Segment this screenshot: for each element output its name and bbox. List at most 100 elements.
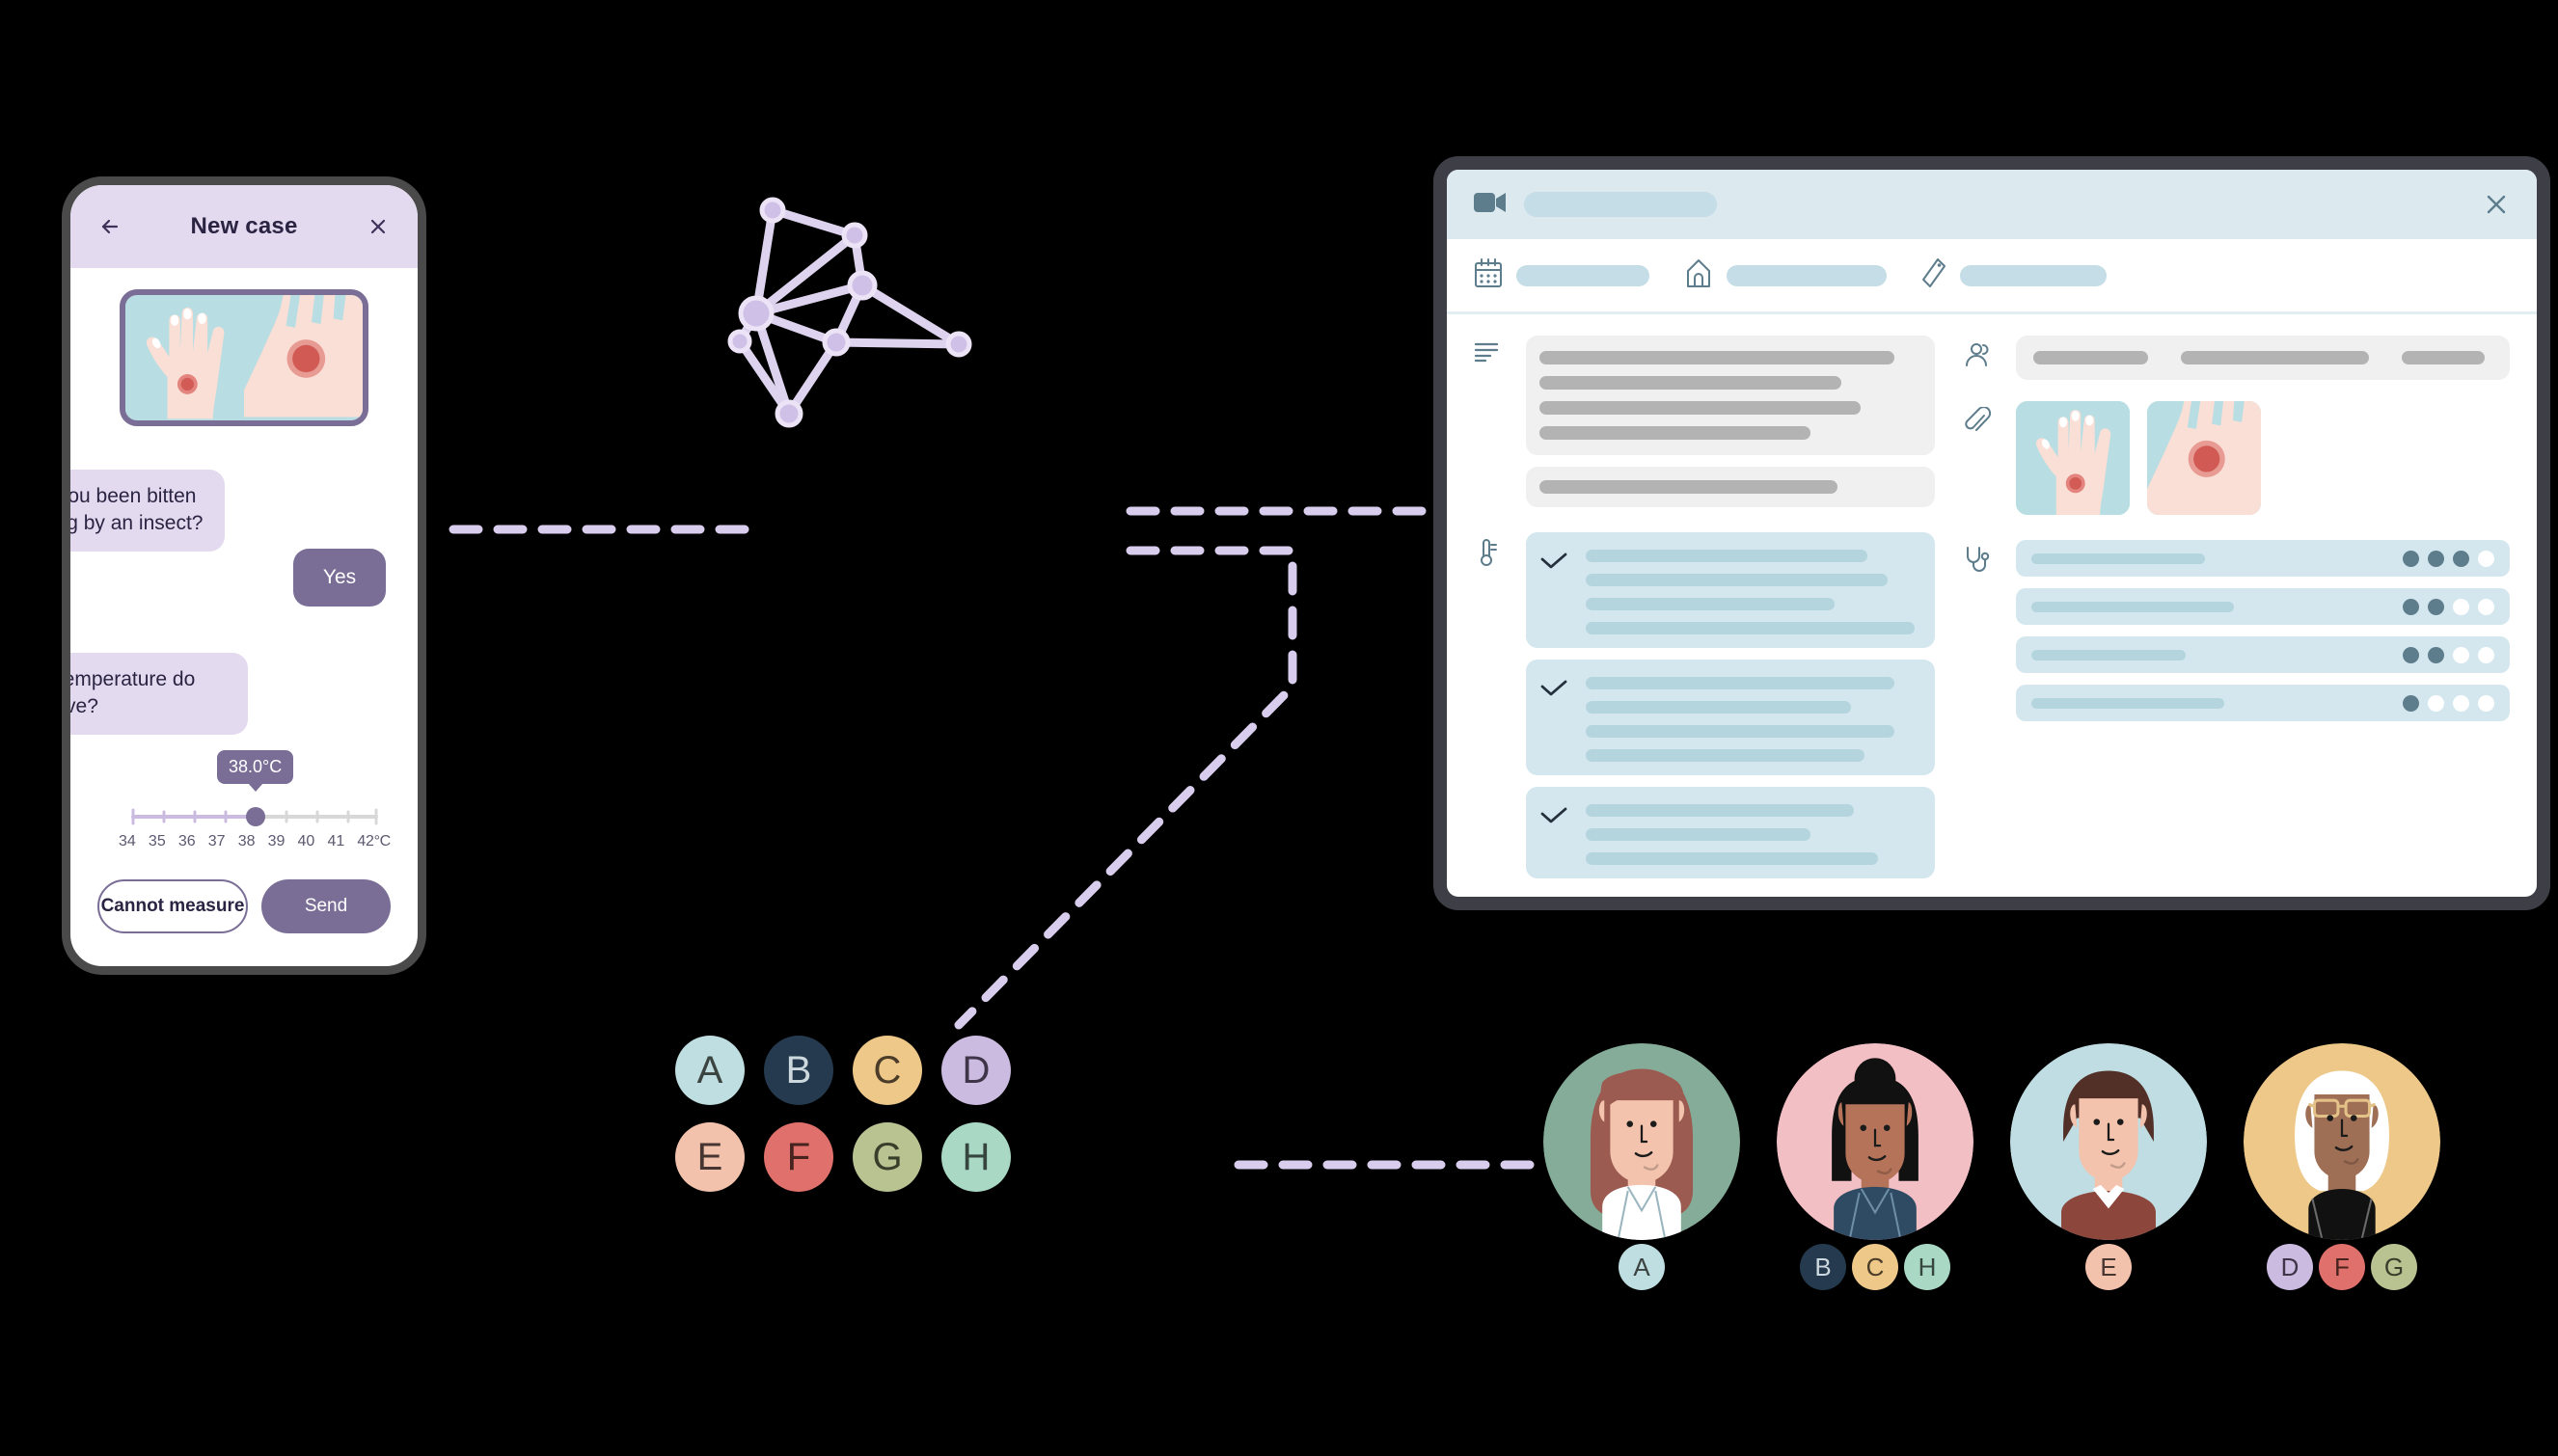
- letter-badge-c[interactable]: C: [853, 1036, 922, 1105]
- vital-card[interactable]: [1526, 787, 1935, 878]
- vitals-section: [1474, 532, 1935, 878]
- chat-bubble-bot: What temperature do you have?: [62, 653, 248, 735]
- doctor-avatar-3[interactable]: [2010, 1043, 2207, 1240]
- letter-badge-d[interactable]: D: [941, 1036, 1011, 1105]
- text-lines-icon: [1474, 336, 1507, 363]
- close-icon[interactable]: [2483, 191, 2510, 218]
- hand-back-rash-attachment[interactable]: [2147, 401, 2261, 515]
- confidence-dot: [2478, 550, 2494, 567]
- confidence-dot: [2478, 598, 2494, 615]
- tick-label: 34: [119, 833, 136, 849]
- specialty-tag-d[interactable]: D: [2267, 1244, 2313, 1290]
- phone-header: New case: [70, 185, 418, 268]
- send-button[interactable]: Send: [261, 879, 391, 933]
- diagnosis-row[interactable]: [2016, 588, 2510, 625]
- check-icon: [1539, 673, 1570, 703]
- doctor-avatar-1[interactable]: [1543, 1043, 1740, 1240]
- video-camera-icon[interactable]: [1474, 190, 1507, 220]
- doctor-card: A: [1543, 1043, 1740, 1290]
- confidence-dot: [2453, 550, 2469, 567]
- close-icon[interactable]: [364, 212, 393, 241]
- chat-text: Have you been bitten or stung by an inse…: [67, 485, 204, 535]
- patient-column: [1964, 336, 2510, 897]
- doctor-avatar-2[interactable]: [1777, 1043, 1973, 1240]
- tab-tag[interactable]: [1921, 257, 2107, 293]
- cannot-measure-button[interactable]: Cannot measure: [97, 879, 248, 933]
- letter-badge-row: ABCD: [675, 1036, 1011, 1105]
- hand-palm-rash-thumbnail[interactable]: [125, 295, 244, 420]
- diagnosis-row[interactable]: [2016, 636, 2510, 673]
- graph-node[interactable]: [847, 270, 878, 301]
- chat-bubble-bot: Have you been bitten or stung by an inse…: [67, 470, 225, 552]
- specialty-tag-g[interactable]: G: [2371, 1244, 2417, 1290]
- alert-section: [1474, 903, 1935, 910]
- chat-text: Yes: [322, 566, 357, 588]
- stethoscope-icon: [1964, 540, 1997, 575]
- chat-text: What temperature do you have?: [62, 668, 196, 718]
- vital-card[interactable]: [1526, 660, 1935, 775]
- slider-tick-labels: 34 35 36 37 38 39 40 41 42°C: [119, 833, 391, 850]
- graph-node[interactable]: [822, 328, 851, 357]
- paperclip-icon: [1964, 401, 1997, 436]
- doctor-specialty-tags: A: [1619, 1244, 1665, 1290]
- hand-palm-rash-attachment[interactable]: [2016, 401, 2130, 515]
- specialty-tag-h[interactable]: H: [1904, 1244, 1950, 1290]
- confidence-dot: [2403, 694, 2419, 712]
- confidence-dot: [2403, 646, 2419, 663]
- doctor-avatar-row: A BCH E DFG: [1543, 1043, 2440, 1290]
- check-icon: [1539, 800, 1570, 830]
- tab-home[interactable]: [1684, 257, 1887, 293]
- notes-subcard[interactable]: [1526, 467, 1935, 507]
- graph-node[interactable]: [759, 197, 786, 224]
- specialty-tag-a[interactable]: A: [1619, 1244, 1665, 1290]
- letter-badge-f[interactable]: F: [764, 1122, 833, 1192]
- patient-section: [1964, 336, 2510, 380]
- triage-network-graph: [727, 197, 972, 428]
- confidence-dot: [2478, 646, 2494, 663]
- attachment-images: [2016, 401, 2261, 515]
- window-titlebar: [1447, 170, 2537, 239]
- notes-card[interactable]: [1526, 336, 1935, 455]
- graph-node[interactable]: [841, 222, 868, 249]
- letter-badge-b[interactable]: B: [764, 1036, 833, 1105]
- doctor-avatar-4[interactable]: [2244, 1043, 2440, 1240]
- letter-badge-a[interactable]: A: [675, 1036, 745, 1105]
- specialty-tag-c[interactable]: C: [1852, 1244, 1898, 1290]
- letter-badge-g[interactable]: G: [853, 1122, 922, 1192]
- patient-info-bar[interactable]: [2016, 336, 2510, 380]
- tab-label-placeholder: [1960, 264, 2107, 286]
- slider-track[interactable]: [130, 804, 379, 829]
- tick-label: 36: [177, 833, 196, 849]
- graph-node[interactable]: [775, 399, 803, 428]
- confidence-dots: [2403, 550, 2494, 567]
- confidence-dot: [2453, 694, 2469, 712]
- hand-back-rash-thumbnail[interactable]: [244, 295, 363, 420]
- alert-row[interactable]: [1526, 903, 1935, 910]
- notes-column: [1474, 336, 1935, 910]
- specialty-tag-b[interactable]: B: [1800, 1244, 1846, 1290]
- case-photo-thumbnails: [120, 289, 368, 426]
- doctor-card: DFG: [2244, 1043, 2440, 1290]
- phone-body: Have you been bitten or stung by an inse…: [70, 289, 418, 966]
- confidence-dot: [2403, 550, 2419, 567]
- diagnosis-row[interactable]: [2016, 540, 2510, 577]
- letter-badge-row: EFGH: [675, 1122, 1011, 1192]
- confidence-dot: [2403, 598, 2419, 615]
- graph-node[interactable]: [945, 331, 972, 358]
- vital-card[interactable]: [1526, 532, 1935, 648]
- notes-section: [1474, 336, 1935, 507]
- letter-badge-e[interactable]: E: [675, 1122, 745, 1192]
- specialty-tag-e[interactable]: E: [2085, 1244, 2132, 1290]
- tab-calendar[interactable]: [1474, 257, 1649, 293]
- letter-badge-h[interactable]: H: [941, 1122, 1011, 1192]
- tag-icon: [1921, 257, 1946, 293]
- clinician-dashboard-window: [1433, 156, 2550, 910]
- calendar-icon: [1474, 257, 1503, 293]
- doctor-specialty-tags: DFG: [2267, 1244, 2417, 1290]
- diagnosis-row[interactable]: [2016, 685, 2510, 721]
- tick-label: 38: [237, 833, 256, 849]
- back-arrow-icon[interactable]: [95, 212, 124, 241]
- graph-node[interactable]: [738, 295, 775, 332]
- graph-node[interactable]: [727, 329, 752, 354]
- specialty-tag-f[interactable]: F: [2319, 1244, 2365, 1290]
